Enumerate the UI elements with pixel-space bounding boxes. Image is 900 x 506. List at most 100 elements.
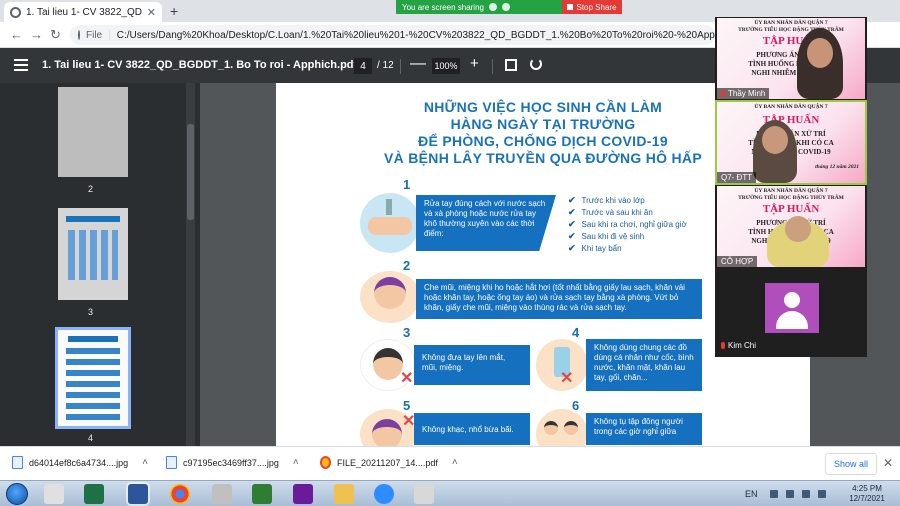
poster-title: TẬP HUẤN — [762, 114, 820, 126]
screen-sharing-banner: You are screen sharing — [396, 0, 562, 14]
browser-tab[interactable]: 1. Tai lieu 1- CV 3822_QD_BGDDT_1. Bo To… — [4, 2, 162, 22]
language-indicator[interactable]: EN — [745, 489, 758, 499]
participant-name-label: CÔ HỢP — [717, 256, 758, 267]
page-thumbnail-2[interactable] — [58, 87, 128, 177]
media-icon[interactable] — [252, 484, 272, 504]
reload-button[interactable]: ↻ — [50, 27, 61, 43]
volume-icon[interactable] — [818, 490, 826, 498]
item5-text: Không khạc, nhổ bừa bãi. — [414, 413, 530, 445]
item-number: 1 — [403, 177, 411, 192]
tray-icon[interactable] — [770, 490, 778, 498]
calendar-icon[interactable] — [212, 484, 232, 504]
participant-video — [767, 216, 829, 267]
forward-button[interactable]: → — [30, 27, 43, 42]
zoom-out-button[interactable]: — — [410, 55, 426, 73]
item3-text: Không đưa tay lên mắt, mũi, miệng. — [414, 345, 530, 385]
chrome-icon — [320, 456, 331, 469]
crowd-illustration — [536, 409, 588, 446]
close-icon[interactable]: ✕ — [883, 456, 893, 470]
show-all-button[interactable]: Show all — [825, 453, 877, 475]
item6-text: Không tụ tập đông người trong các giờ ng… — [586, 413, 702, 445]
cough-illustration — [360, 271, 420, 323]
new-tab-button[interactable]: + — [170, 3, 178, 19]
mic-muted-icon — [721, 90, 725, 97]
fit-to-page-icon[interactable] — [505, 59, 517, 71]
video-tile[interactable]: ỦY BAN NHÂN DÂN QUẬN 7 TRƯỜNG TIỂU HỌC Đ… — [717, 18, 865, 99]
thumbnail-label: 4 — [88, 433, 94, 443]
page-number-input[interactable]: 4 — [354, 58, 372, 74]
download-filename: FILE_20211207_14....pdf — [337, 457, 438, 468]
page-thumbnail-3[interactable] — [58, 208, 128, 300]
excel-icon[interactable] — [84, 484, 104, 504]
download-filename: d64014ef8c6a4734....jpg — [29, 457, 129, 468]
windows-taskbar: EN 4:25 PM 12/7/2021 — [0, 480, 900, 506]
item-number: 4 — [572, 325, 580, 340]
back-button[interactable]: ← — [10, 27, 23, 42]
item-number: 3 — [403, 325, 411, 340]
url-scheme: File — [86, 29, 103, 41]
menu-icon[interactable] — [14, 59, 28, 71]
check-icon: ✔ — [568, 231, 576, 241]
check-item: ✔ Sau khi đi vệ sinh — [568, 231, 645, 241]
network-icon[interactable] — [802, 490, 810, 498]
pause-icon[interactable] — [488, 3, 497, 11]
thumbnail-sidebar: 2 3 4 — [0, 83, 200, 446]
thumbnail-label: 3 — [88, 307, 94, 317]
poster-school: TRƯỜNG TIỂU HỌC ĐẶNG THÙY TRÂM — [738, 27, 844, 33]
image-file-icon — [166, 456, 177, 469]
explorer-icon[interactable] — [44, 484, 64, 504]
download-item[interactable]: c97195ec3469ff37....jpg ˄ — [166, 456, 299, 469]
check-item: ✔ Sau khi ra chơi, nghỉ giữa giờ — [568, 219, 687, 229]
word-icon[interactable] — [128, 484, 148, 504]
tab-close-icon[interactable]: ✕ — [147, 6, 156, 19]
tray-icon[interactable] — [786, 490, 794, 498]
zoom-in-button[interactable]: + — [470, 55, 479, 72]
item4-text: Không dùng chung các đồ dùng cá nhân như… — [586, 339, 702, 391]
stop-share-label: Stop Share — [576, 2, 617, 12]
poster-org: ỦY BAN NHÂN DÂN QUẬN 7 — [754, 20, 828, 26]
check-icon: ✔ — [568, 207, 576, 217]
stop-share-button[interactable]: Stop Share — [562, 0, 622, 14]
chevron-up-icon[interactable]: ˄ — [452, 457, 458, 468]
url-input[interactable]: File | C:/Users/Dang%20Khoa/Desktop/C.Lo… — [70, 25, 715, 45]
start-button[interactable] — [6, 483, 28, 505]
info-icon[interactable] — [78, 30, 80, 40]
paint-icon[interactable] — [414, 484, 434, 504]
clock-date: 12/7/2021 — [849, 494, 885, 503]
item1-text: Rửa tay đúng cách với nước sạch và xà ph… — [416, 195, 556, 251]
page-thumbnail-4[interactable] — [55, 327, 131, 429]
handwash-illustration — [360, 193, 420, 253]
headphones-icon[interactable] — [293, 484, 313, 504]
participant-name-label: Thầy Minh — [717, 88, 770, 99]
download-item[interactable]: FILE_20211207_14....pdf ˄ — [320, 456, 458, 469]
tab-title: 1. Tai lieu 1- CV 3822_QD_BGDDT_1. Bo To… — [26, 6, 142, 18]
thumbnail-label: 2 — [88, 184, 94, 194]
poster-org: ỦY BAN NHÂN DÂN QUẬN 7 — [754, 104, 828, 110]
system-clock[interactable]: 4:25 PM 12/7/2021 — [842, 484, 892, 504]
prohibit-icon: ✕ — [560, 370, 574, 387]
image-file-icon — [12, 456, 23, 469]
toolbar-divider — [492, 59, 493, 74]
toolbar-divider — [400, 59, 401, 74]
chevron-up-icon[interactable]: ˄ — [293, 457, 299, 468]
video-tile[interactable]: ỦY BAN NHÂN DÂN QUẬN 7 TRƯỜNG TIỂU HỌC Đ… — [717, 186, 865, 267]
clock-time: 4:25 PM — [852, 484, 882, 493]
zoom-level-input[interactable]: 100% — [432, 58, 460, 74]
zoom-app-icon[interactable] — [374, 484, 394, 504]
participant-name-label: Q7- ĐTT — [717, 172, 757, 183]
video-tile-active-speaker[interactable]: ỦY BAN NHÂN DÂN QUẬN 7 TẬP HUẤN PHƯƠNG Á… — [715, 100, 867, 185]
download-item[interactable]: d64014ef8c6a4734....jpg ˄ — [12, 456, 148, 469]
user-icon — [784, 292, 800, 308]
rotate-icon[interactable] — [530, 58, 542, 70]
chevron-up-icon[interactable]: ˄ — [142, 457, 148, 468]
prohibit-icon: ✕ — [400, 370, 414, 387]
video-tile[interactable]: Kim Chi — [717, 270, 865, 351]
check-icon: ✔ — [568, 219, 576, 229]
poster-title: TẬP HUẤN — [762, 35, 820, 47]
sidebar-scroll-thumb[interactable] — [187, 124, 194, 220]
shield-icon[interactable] — [501, 3, 510, 11]
folder-icon[interactable] — [334, 484, 354, 504]
poster-school: TRƯỜNG TIỂU HỌC ĐẶNG THÙY TRÂM — [738, 195, 844, 201]
poster-org: ỦY BAN NHÂN DÂN QUẬN 7 — [754, 188, 828, 194]
chrome-icon[interactable] — [170, 484, 190, 504]
